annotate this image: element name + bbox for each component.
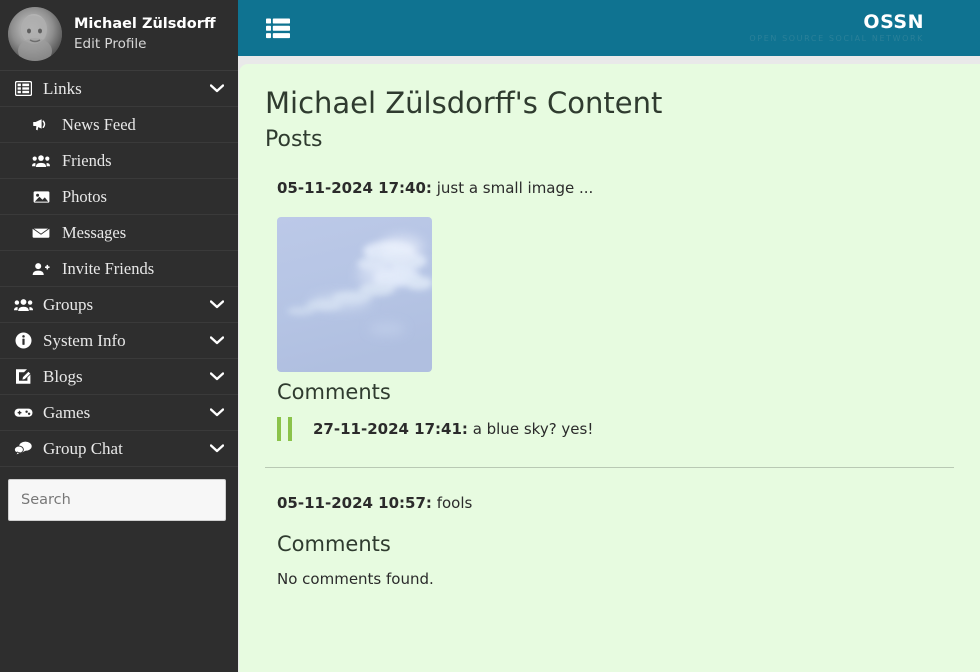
post-text-line: 05-11-2024 17:40: just a small image ... bbox=[277, 179, 954, 197]
sidebar-group-links[interactable]: Links bbox=[0, 71, 238, 107]
comments-heading: Comments bbox=[277, 532, 954, 557]
sidebar-item-friends[interactable]: Friends bbox=[0, 143, 238, 179]
list-menu-icon[interactable] bbox=[264, 16, 292, 40]
chat-bubbles-icon bbox=[12, 440, 34, 458]
post-timestamp: 05-11-2024 10:57: bbox=[277, 494, 432, 512]
search-input[interactable] bbox=[8, 479, 226, 521]
post-item: 05-11-2024 10:57: fools Comments No comm… bbox=[265, 494, 954, 587]
brand-logo[interactable]: OSSN OPEN SOURCE SOCIAL NETWORK bbox=[749, 13, 924, 43]
post-body: just a small image ... bbox=[437, 179, 594, 197]
post-separator bbox=[265, 467, 954, 468]
chevron-down-icon[interactable] bbox=[210, 300, 224, 309]
sidebar-filler bbox=[0, 521, 238, 672]
sidebar-group-groups[interactable]: Groups bbox=[0, 287, 238, 323]
avatar[interactable] bbox=[8, 7, 62, 61]
chevron-down-icon[interactable] bbox=[210, 336, 224, 345]
main-region: OSSN OPEN SOURCE SOCIAL NETWORK Michael … bbox=[238, 0, 980, 672]
brand-title: OSSN bbox=[863, 13, 924, 32]
sidebar-group-label: Group Chat bbox=[43, 439, 210, 459]
sidebar-nav: Links News Feed bbox=[0, 70, 238, 467]
sidebar-group-label: System Info bbox=[43, 331, 210, 351]
sidebar-group-blogs[interactable]: Blogs bbox=[0, 359, 238, 395]
chevron-down-icon[interactable] bbox=[210, 84, 224, 93]
sidebar-item-invite-friends[interactable]: Invite Friends bbox=[0, 251, 238, 287]
friends-group-icon bbox=[30, 152, 52, 170]
gamepad-icon bbox=[12, 404, 34, 422]
no-comments-text: No comments found. bbox=[277, 570, 954, 588]
profile-block[interactable]: Michael Zülsdorff Edit Profile bbox=[0, 0, 238, 70]
sidebar-item-photos[interactable]: Photos bbox=[0, 179, 238, 215]
post-image-thumbnail[interactable] bbox=[277, 217, 432, 372]
search-container bbox=[0, 467, 238, 521]
top-header-bar: OSSN OPEN SOURCE SOCIAL NETWORK bbox=[238, 0, 980, 56]
content-panel: Michael Zülsdorff's Content Posts 05-11-… bbox=[239, 64, 980, 672]
page-title: Michael Zülsdorff's Content bbox=[265, 86, 954, 121]
sidebar-group-games[interactable]: Games bbox=[0, 395, 238, 431]
sidebar-group-label: Games bbox=[43, 403, 210, 423]
comment-body: a blue sky? yes! bbox=[473, 420, 594, 438]
content-outer: Michael Zülsdorff's Content Posts 05-11-… bbox=[238, 56, 980, 672]
section-title-posts: Posts bbox=[265, 127, 954, 153]
chevron-down-icon[interactable] bbox=[210, 444, 224, 453]
sidebar-item-label: Photos bbox=[62, 187, 224, 207]
post-item: 05-11-2024 17:40: just a small image ... bbox=[265, 179, 954, 441]
edit-profile-link[interactable]: Edit Profile bbox=[74, 36, 216, 53]
sidebar-item-messages[interactable]: Messages bbox=[0, 215, 238, 251]
quote-bars-icon bbox=[277, 417, 299, 441]
megaphone-icon bbox=[30, 116, 52, 134]
info-circle-icon bbox=[12, 332, 34, 350]
photo-image-icon bbox=[30, 188, 52, 206]
app-root: Michael Zülsdorff Edit Profile bbox=[0, 0, 980, 672]
sidebar-item-news-feed[interactable]: News Feed bbox=[0, 107, 238, 143]
sidebar-group-label: Groups bbox=[43, 295, 210, 315]
post-text-line: 05-11-2024 10:57: fools bbox=[277, 494, 954, 512]
post-timestamp: 05-11-2024 17:40: bbox=[277, 179, 432, 197]
chevron-down-icon[interactable] bbox=[210, 408, 224, 417]
sidebar-item-label: Messages bbox=[62, 223, 224, 243]
sidebar-group-label: Links bbox=[43, 79, 210, 99]
comment-text: 27-11-2024 17:41: a blue sky? yes! bbox=[313, 420, 593, 438]
sidebar-item-label: News Feed bbox=[62, 115, 224, 135]
users-group-icon bbox=[12, 296, 34, 314]
sidebar-group-label: Blogs bbox=[43, 367, 210, 387]
sidebar-group-system-info[interactable]: System Info bbox=[0, 323, 238, 359]
profile-name: Michael Zülsdorff bbox=[74, 15, 216, 33]
list-table-icon bbox=[12, 80, 34, 98]
comment-timestamp: 27-11-2024 17:41: bbox=[313, 420, 468, 438]
sidebar-item-label: Invite Friends bbox=[62, 259, 224, 279]
sidebar-group-group-chat[interactable]: Group Chat bbox=[0, 431, 238, 467]
post-body: fools bbox=[437, 494, 473, 512]
user-plus-icon bbox=[30, 260, 52, 278]
pencil-square-icon bbox=[12, 368, 34, 386]
brand-subtitle: OPEN SOURCE SOCIAL NETWORK bbox=[749, 35, 924, 43]
profile-text: Michael Zülsdorff Edit Profile bbox=[74, 15, 216, 53]
sidebar: Michael Zülsdorff Edit Profile bbox=[0, 0, 238, 672]
sidebar-item-label: Friends bbox=[62, 151, 224, 171]
comments-heading: Comments bbox=[277, 380, 954, 405]
chevron-down-icon[interactable] bbox=[210, 372, 224, 381]
envelope-icon bbox=[30, 224, 52, 242]
comment-item: 27-11-2024 17:41: a blue sky? yes! bbox=[277, 417, 954, 441]
